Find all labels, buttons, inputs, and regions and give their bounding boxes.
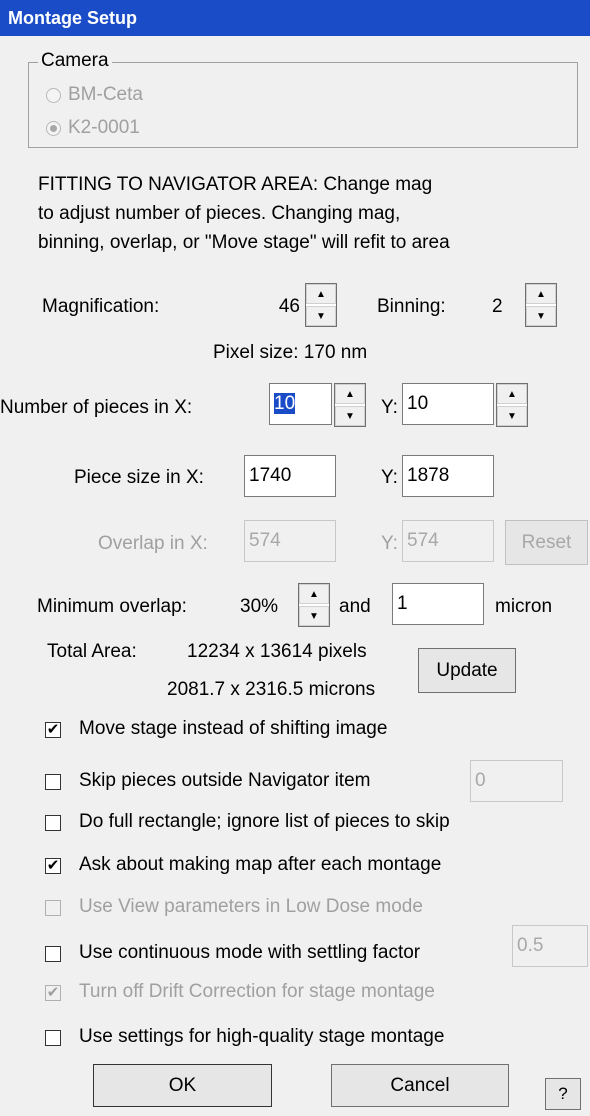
camera-option-bm-ceta-label: BM-Ceta <box>68 84 143 105</box>
window-title: Montage Setup <box>8 8 137 28</box>
binning-down-arrow-icon[interactable]: ▼ <box>526 306 556 326</box>
drift-correction-checkbox[interactable]: ✔ <box>45 985 61 1001</box>
piece-size-y-input[interactable]: 1878 <box>402 455 494 497</box>
skip-pieces-label: Skip pieces outside Navigator item <box>79 770 371 791</box>
info-line-1: FITTING TO NAVIGATOR AREA: Change mag <box>38 174 433 195</box>
min-overlap-label: Minimum overlap: <box>37 596 187 617</box>
binning-up-arrow-icon[interactable]: ▲ <box>526 284 556 304</box>
low-dose-label: Use View parameters in Low Dose mode <box>79 896 423 917</box>
skip-pieces-checkbox[interactable] <box>45 774 61 790</box>
binning-value: 2 <box>492 296 503 317</box>
drift-correction-label: Turn off Drift Correction for stage mont… <box>79 981 435 1002</box>
move-stage-checkbox[interactable]: ✔ <box>45 722 61 738</box>
binning-spinner[interactable]: ▲ ▼ <box>525 283 557 327</box>
min-overlap-and-text: and <box>339 596 371 617</box>
reset-button[interactable]: Reset <box>505 520 588 565</box>
help-button[interactable]: ? <box>545 1078 581 1110</box>
min-overlap-micron-input[interactable]: 1 <box>392 583 484 625</box>
overlap-x-label: Overlap in X: <box>98 533 208 554</box>
continuous-mode-label: Use continuous mode with settling factor <box>79 942 421 963</box>
pieces-y-label: Y: <box>381 397 398 418</box>
ask-map-checkbox[interactable]: ✔ <box>45 858 61 874</box>
magnification-up-arrow-icon[interactable]: ▲ <box>306 284 336 304</box>
overlap-y-label: Y: <box>381 533 398 554</box>
move-stage-label: Move stage instead of shifting image <box>79 718 388 739</box>
pieces-x-input[interactable]: 10 <box>269 383 332 425</box>
magnification-label: Magnification: <box>42 296 160 317</box>
magnification-value: 46 <box>278 296 300 317</box>
skip-pieces-field[interactable]: 0 <box>470 760 563 802</box>
min-overlap-percent: 30% <box>240 596 279 617</box>
cancel-button[interactable]: Cancel <box>331 1064 509 1107</box>
pieces-y-up-arrow-icon[interactable]: ▲ <box>497 384 527 404</box>
min-overlap-spinner[interactable]: ▲ ▼ <box>298 583 330 627</box>
total-area-microns: 2081.7 x 2316.5 microns <box>167 679 376 700</box>
binning-label: Binning: <box>377 296 446 317</box>
high-quality-label: Use settings for high-quality stage mont… <box>79 1026 445 1047</box>
min-overlap-unit: micron <box>495 596 553 617</box>
full-rectangle-checkbox[interactable] <box>45 815 61 831</box>
magnification-spinner[interactable]: ▲ ▼ <box>305 283 337 327</box>
settling-factor-field[interactable]: 0.5 <box>512 925 588 967</box>
min-overlap-up-arrow-icon[interactable]: ▲ <box>299 584 329 604</box>
pieces-x-up-arrow-icon[interactable]: ▲ <box>335 384 365 404</box>
magnification-down-arrow-icon[interactable]: ▼ <box>306 306 336 326</box>
camera-radio-k2[interactable] <box>46 121 61 136</box>
camera-radio-bm-ceta[interactable] <box>46 88 61 103</box>
pieces-y-down-arrow-icon[interactable]: ▼ <box>497 406 527 426</box>
continuous-mode-checkbox[interactable] <box>45 946 61 962</box>
min-overlap-down-arrow-icon[interactable]: ▼ <box>299 606 329 626</box>
pieces-x-down-arrow-icon[interactable]: ▼ <box>335 406 365 426</box>
piece-size-x-input[interactable]: 1740 <box>244 455 336 497</box>
info-line-2: to adjust number of pieces. Changing mag… <box>38 203 401 224</box>
high-quality-checkbox[interactable] <box>45 1030 61 1046</box>
piece-size-y-label: Y: <box>381 467 398 488</box>
pieces-y-input[interactable]: 10 <box>402 383 494 425</box>
full-rectangle-label: Do full rectangle; ignore list of pieces… <box>79 811 450 832</box>
pieces-x-label: Number of pieces in X: <box>0 397 193 418</box>
camera-group-label: Camera <box>38 50 112 72</box>
total-area-label: Total Area: <box>47 641 137 662</box>
pieces-y-spinner[interactable]: ▲ ▼ <box>496 383 528 427</box>
ok-button[interactable]: OK <box>93 1064 272 1107</box>
low-dose-checkbox[interactable] <box>45 900 61 916</box>
ask-map-label: Ask about making map after each montage <box>79 854 442 875</box>
info-line-3: binning, overlap, or "Move stage" will r… <box>38 232 450 253</box>
piece-size-x-label: Piece size in X: <box>74 467 204 488</box>
camera-option-k2-label: K2-0001 <box>68 117 140 138</box>
overlap-y-input[interactable]: 574 <box>402 520 494 562</box>
overlap-x-input[interactable]: 574 <box>244 520 336 562</box>
update-button[interactable]: Update <box>418 648 516 693</box>
pixel-size-text: Pixel size: 170 nm <box>213 342 368 363</box>
total-area-pixels: 12234 x 13614 pixels <box>187 641 367 662</box>
pieces-x-spinner[interactable]: ▲ ▼ <box>334 383 366 427</box>
title-bar: Montage Setup <box>0 0 590 36</box>
